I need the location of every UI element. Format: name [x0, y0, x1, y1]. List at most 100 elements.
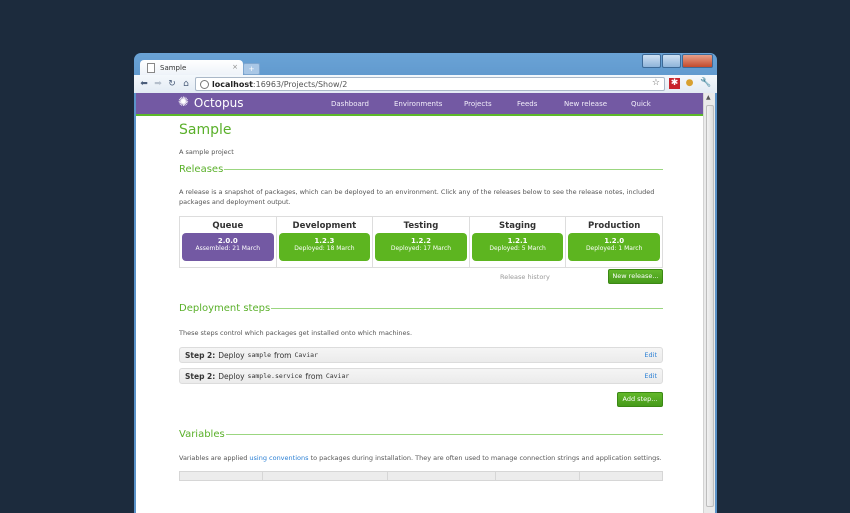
column-header: Staging — [499, 221, 537, 231]
release-column-staging: Staging 1.2.1 Deployed: 5 March — [470, 217, 567, 267]
globe-icon — [200, 79, 209, 89]
releases-description: A release is a snapshot of packages, whi… — [179, 188, 655, 206]
deployment-steps-section-header: Deployment steps — [179, 303, 663, 314]
nav-feeds[interactable]: Feeds — [517, 100, 564, 108]
logo-text: Octopus — [193, 95, 244, 110]
extension-icon[interactable]: ✱ — [669, 78, 680, 89]
release-card[interactable]: 1.2.2 Deployed: 17 March — [375, 233, 467, 261]
project-description: A sample project — [179, 148, 234, 156]
browser-tab[interactable]: Sample × — [140, 60, 243, 75]
new-release-button[interactable]: New release... — [608, 269, 663, 284]
release-date: Deployed: 5 March — [489, 245, 546, 252]
nav-quick[interactable]: Quick — [631, 100, 671, 108]
release-date: Deployed: 18 March — [294, 245, 355, 252]
releases-section-header: Releases — [179, 164, 663, 175]
reload-icon[interactable]: ↻ — [165, 79, 179, 89]
column-header: Queue — [212, 221, 244, 231]
minimize-button[interactable] — [642, 54, 661, 68]
section-divider — [271, 308, 663, 309]
nav-projects[interactable]: Projects — [464, 100, 517, 108]
release-column-production: Production 1.2.0 Deployed: 1 March — [566, 217, 662, 267]
column-header — [496, 472, 580, 480]
cookie-extension-icon[interactable]: ● — [684, 78, 695, 89]
home-icon[interactable]: ⌂ — [179, 79, 193, 89]
add-step-button[interactable]: Add step... — [617, 392, 663, 407]
column-header: Production — [588, 221, 641, 231]
column-header — [180, 472, 264, 480]
scrollbar-thumb[interactable] — [706, 105, 714, 507]
release-version: 2.0.0 — [217, 237, 238, 245]
release-version: 1.2.1 — [507, 237, 528, 245]
octopus-icon: ✺ — [178, 95, 189, 110]
variables-text: to packages during installation. They ar… — [308, 454, 662, 462]
release-date: Assembled: 21 March — [195, 245, 261, 252]
column-header — [388, 472, 497, 480]
scroll-up-icon[interactable]: ▲ — [706, 94, 711, 101]
release-version: 1.2.0 — [604, 237, 625, 245]
page-viewport: ✺ Octopus Dashboard Environments Project… — [136, 93, 703, 513]
close-window-button[interactable] — [682, 54, 713, 68]
variables-heading: Variables — [179, 429, 225, 440]
close-tab-icon[interactable]: × — [232, 63, 238, 71]
url-path: :16963/Projects/Show/2 — [252, 79, 348, 89]
page-icon — [147, 62, 155, 73]
step-feed: Caviar — [325, 372, 350, 380]
vertical-scrollbar[interactable]: ▲ — [703, 93, 715, 513]
release-version: 1.2.3 — [314, 237, 335, 245]
step-from: from — [274, 350, 292, 360]
variables-table-header — [179, 471, 663, 481]
deployment-steps-description: These steps control which packages get i… — [179, 329, 413, 337]
edit-step-link[interactable]: Edit — [644, 372, 657, 380]
browser-toolbar: ⬅ ➡ ↻ ⌂ localhost :16963/Projects/Show/2… — [134, 75, 717, 93]
step-from: from — [305, 371, 323, 381]
deployment-step[interactable]: Step 2: Deploy sample.service from Cavia… — [179, 368, 663, 384]
nav-environments[interactable]: Environments — [394, 100, 464, 108]
release-card[interactable]: 1.2.3 Deployed: 18 March — [278, 233, 371, 261]
address-bar[interactable]: localhost :16963/Projects/Show/2 ☆ — [195, 77, 665, 91]
release-card[interactable]: 1.2.0 Deployed: 1 March — [568, 233, 660, 261]
step-action: Deploy — [218, 371, 245, 381]
nav-dashboard[interactable]: Dashboard — [331, 100, 394, 108]
page-title: Sample — [179, 122, 232, 138]
step-action: Deploy — [218, 350, 245, 360]
column-header — [263, 472, 389, 480]
step-label: Step 2: — [185, 350, 216, 360]
deployment-step[interactable]: Step 2: Deploy sample from Caviar Edit — [179, 347, 663, 363]
new-tab-button[interactable]: + — [243, 63, 260, 75]
variables-description: Variables are applied using conventions … — [179, 453, 663, 463]
nav-new-release[interactable]: New release — [564, 100, 631, 108]
release-column-queue: Queue 2.0.0 Assembled: 21 March — [180, 217, 277, 267]
deployment-steps-heading: Deployment steps — [179, 303, 271, 314]
step-feed: Caviar — [294, 351, 318, 359]
octopus-logo[interactable]: ✺ Octopus — [178, 95, 243, 110]
main-menu: Dashboard Environments Projects Feeds Ne… — [331, 93, 671, 114]
back-icon[interactable]: ⬅ — [137, 79, 151, 89]
step-package: sample — [247, 351, 272, 359]
forward-icon[interactable]: ➡ — [151, 79, 165, 89]
section-divider — [224, 169, 663, 170]
edit-step-link[interactable]: Edit — [644, 351, 657, 359]
release-card[interactable]: 2.0.0 Assembled: 21 March — [182, 233, 274, 261]
releases-heading: Releases — [179, 164, 224, 175]
maximize-button[interactable] — [662, 54, 681, 68]
release-version: 1.2.2 — [411, 237, 431, 245]
release-date: Deployed: 17 March — [390, 245, 452, 252]
release-date: Deployed: 1 March — [585, 245, 643, 252]
column-header: Testing — [403, 221, 439, 231]
release-column-testing: Testing 1.2.2 Deployed: 17 March — [373, 217, 470, 267]
url-host: localhost — [212, 79, 253, 89]
wrench-icon[interactable]: 🔧 — [700, 78, 711, 89]
release-card[interactable]: 1.2.1 Deployed: 5 March — [471, 233, 564, 261]
using-conventions-link[interactable]: using conventions — [249, 454, 308, 462]
window-controls — [642, 54, 713, 68]
variables-section-header: Variables — [179, 429, 663, 440]
bookmark-star-icon[interactable]: ☆ — [652, 78, 660, 88]
step-package: sample.service — [247, 372, 303, 380]
column-header: Development — [292, 221, 357, 231]
column-header — [580, 472, 662, 480]
releases-table: Queue 2.0.0 Assembled: 21 March Developm… — [179, 216, 663, 268]
section-divider — [225, 434, 663, 435]
release-history-link[interactable]: Release history — [500, 273, 550, 281]
browser-window: Sample × + ⬅ ➡ ↻ ⌂ localhost :16963/Proj… — [134, 53, 717, 513]
app-navbar: ✺ Octopus Dashboard Environments Project… — [136, 93, 703, 116]
